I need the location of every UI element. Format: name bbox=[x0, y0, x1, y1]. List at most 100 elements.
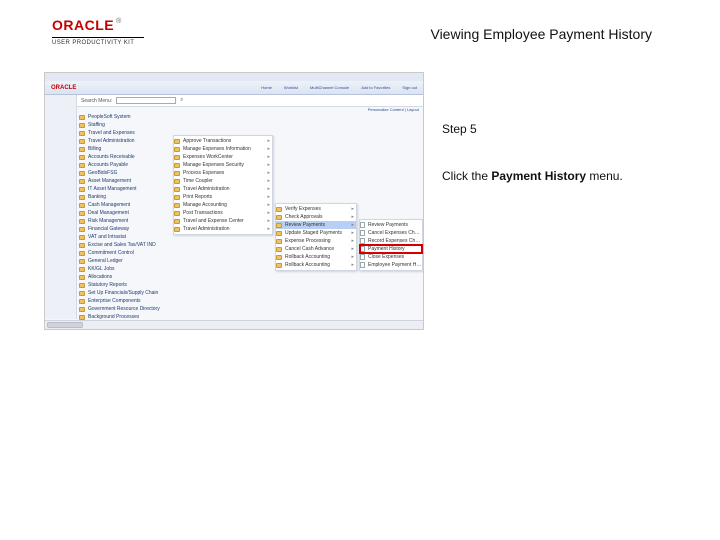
scroll-thumb[interactable] bbox=[47, 322, 83, 328]
chevron-right-icon: ▸ bbox=[267, 202, 272, 208]
favorites-sidebar bbox=[45, 95, 77, 319]
nav-add-fav[interactable]: Add to Favorites bbox=[361, 85, 390, 90]
menu-item[interactable]: Manage Accounting▸ bbox=[174, 201, 272, 209]
menu-item[interactable]: Record Expenses Check bbox=[360, 237, 422, 245]
menu-item[interactable]: Cancel Cash Advance▸ bbox=[276, 245, 356, 253]
menu-item[interactable]: Enterprise Components bbox=[79, 297, 171, 305]
nav-menu-level2: Approve Transactions▸Manage Expenses Inf… bbox=[173, 135, 273, 235]
chevron-right-icon: ▸ bbox=[267, 162, 272, 168]
menu-item[interactable]: Review Payments▸ bbox=[276, 221, 356, 229]
menu-item[interactable]: Statutory Reports bbox=[79, 281, 171, 289]
menu-item[interactable]: Process Expenses▸ bbox=[174, 169, 272, 177]
nav-home[interactable]: Home bbox=[261, 85, 272, 90]
menu-item[interactable]: Government Resource Directory bbox=[79, 305, 171, 313]
folder-icon bbox=[276, 263, 282, 268]
chevron-right-icon: ▸ bbox=[351, 206, 356, 212]
menu-item[interactable]: Expenses WorkCenter▸ bbox=[174, 153, 272, 161]
menu-item[interactable]: KK/GL Jobs bbox=[79, 265, 171, 273]
menu-item-label: Cash Management bbox=[88, 202, 130, 208]
menu-item[interactable]: Time Coupler▸ bbox=[174, 177, 272, 185]
menu-item[interactable]: Travel and Expense Center▸ bbox=[174, 217, 272, 225]
menu-item[interactable]: Commitment Control bbox=[79, 249, 171, 257]
chevron-right-icon: ▸ bbox=[351, 230, 356, 236]
folder-icon bbox=[79, 291, 85, 296]
menu-item-label: Print Reports bbox=[183, 194, 212, 200]
menu-item-label: Verify Expenses bbox=[285, 206, 321, 212]
nav-menu-level1: PeopleSoft SystemStaffingTravel and Expe… bbox=[79, 113, 171, 330]
folder-icon bbox=[276, 207, 282, 212]
menu-item[interactable]: Verify Expenses ▸ bbox=[276, 205, 356, 213]
menu-item[interactable]: Travel Administration▸ bbox=[174, 185, 272, 193]
menu-item[interactable]: Manage Expenses Information▸ bbox=[174, 145, 272, 153]
chevron-right-icon: ▸ bbox=[351, 262, 356, 268]
menu-item[interactable]: Excise and Sales Tax/VAT IND bbox=[79, 241, 171, 249]
menu-item[interactable]: Payment History bbox=[360, 245, 422, 253]
nav-mcc[interactable]: MultiChannel Console bbox=[310, 85, 349, 90]
menu-item[interactable]: Deal Management bbox=[79, 209, 171, 217]
menu-item-label: Government Resource Directory bbox=[88, 306, 160, 312]
menu-item[interactable]: Update Staged Payments▸ bbox=[276, 229, 356, 237]
menu-item-label: Manage Expenses Information bbox=[183, 146, 251, 152]
menu-item[interactable]: Expense Processing▸ bbox=[276, 237, 356, 245]
menu-item[interactable]: Post Transactions▸ bbox=[174, 209, 272, 217]
menu-item[interactable]: Travel Administration▸ bbox=[174, 225, 272, 233]
menu-item[interactable]: Banking bbox=[79, 193, 171, 201]
menu-item[interactable]: GeoBidsFSG bbox=[79, 169, 171, 177]
menu-item[interactable]: Rollback Accounting▸ bbox=[276, 253, 356, 261]
menu-item-label: Asset Management bbox=[88, 178, 131, 184]
chevron-right-icon: ▸ bbox=[267, 178, 272, 184]
horizontal-scrollbar[interactable] bbox=[45, 320, 423, 329]
menu-item[interactable]: Approve Transactions▸ bbox=[174, 137, 272, 145]
nav-signout[interactable]: Sign out bbox=[402, 85, 417, 90]
menu-item-label: Expense Processing bbox=[285, 238, 331, 244]
menu-item[interactable]: Manage Expenses Security▸ bbox=[174, 161, 272, 169]
menu-item[interactable]: PeopleSoft System bbox=[79, 113, 171, 121]
menu-item[interactable]: Set Up Financials/Supply Chain bbox=[79, 289, 171, 297]
menu-item-label: Process Expenses bbox=[183, 170, 224, 176]
menu-item-label: Set Up Financials/Supply Chain bbox=[88, 290, 158, 296]
folder-icon bbox=[174, 179, 180, 184]
menu-item[interactable]: IT Asset Management bbox=[79, 185, 171, 193]
menu-item[interactable]: Risk Management bbox=[79, 217, 171, 225]
menu-item[interactable]: Accounts Receivable bbox=[79, 153, 171, 161]
menu-item[interactable]: Close Expenses bbox=[360, 253, 422, 261]
document-title: Viewing Employee Payment History bbox=[430, 26, 652, 42]
menu-item[interactable]: Worklist bbox=[79, 329, 171, 330]
menu-item-label: Rollback Accounting bbox=[285, 254, 330, 260]
menu-item[interactable]: Travel Administration bbox=[79, 137, 171, 145]
chevron-right-icon: ▸ bbox=[267, 210, 272, 216]
menu-item[interactable]: Accounts Payable bbox=[79, 161, 171, 169]
menu-item[interactable]: Cancel Expenses Check bbox=[360, 229, 422, 237]
menu-item[interactable]: Allocations bbox=[79, 273, 171, 281]
menu-item[interactable]: Check Approvals▸ bbox=[276, 213, 356, 221]
folder-icon bbox=[276, 239, 282, 244]
menu-item[interactable]: Employee Payment History bbox=[360, 261, 422, 269]
menu-search-input[interactable] bbox=[116, 97, 176, 104]
menu-item[interactable]: Billing bbox=[79, 145, 171, 153]
folder-icon bbox=[79, 115, 85, 120]
top-nav: ORACLE Home Worklist MultiChannel Consol… bbox=[45, 81, 423, 95]
menu-item[interactable]: VAT and Intrastat bbox=[79, 233, 171, 241]
menu-item[interactable]: General Ledger bbox=[79, 257, 171, 265]
chevron-right-icon: ▸ bbox=[267, 154, 272, 160]
menu-item-label: KK/GL Jobs bbox=[88, 266, 115, 272]
nav-worklist[interactable]: Worklist bbox=[284, 85, 298, 90]
folder-icon bbox=[174, 139, 180, 144]
menu-item-label: Travel and Expense Center bbox=[183, 218, 244, 224]
menu-item[interactable]: Travel and Expenses bbox=[79, 129, 171, 137]
menu-item[interactable]: Rollback Accounting▸ bbox=[276, 261, 356, 269]
folder-icon bbox=[174, 203, 180, 208]
personalize-links[interactable]: Personalize Content | Layout bbox=[165, 107, 419, 112]
chevron-right-icon: ▸ bbox=[267, 226, 272, 232]
menu-item[interactable]: Asset Management bbox=[79, 177, 171, 185]
browser-chrome bbox=[45, 73, 423, 81]
document-icon bbox=[360, 238, 365, 244]
menu-item[interactable]: Review Payments bbox=[360, 221, 422, 229]
menu-item[interactable]: Financial Gateway bbox=[79, 225, 171, 233]
folder-icon bbox=[79, 307, 85, 312]
menu-item[interactable]: Staffing bbox=[79, 121, 171, 129]
menu-item-label: Risk Management bbox=[88, 218, 128, 224]
menu-item[interactable]: Print Reports▸ bbox=[174, 193, 272, 201]
search-icon[interactable]: ⌕ bbox=[180, 97, 183, 104]
menu-item[interactable]: Cash Management bbox=[79, 201, 171, 209]
